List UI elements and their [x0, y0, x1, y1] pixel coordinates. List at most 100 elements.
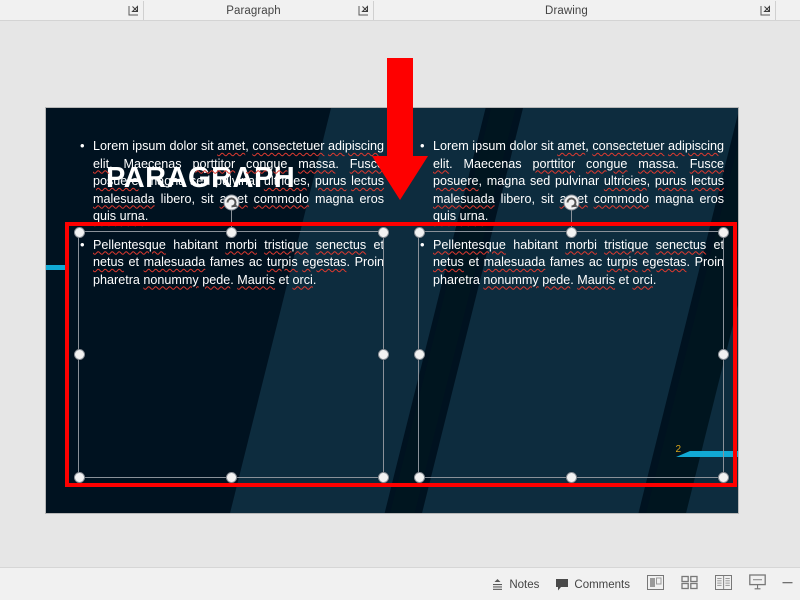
misspelled-word: porttitor	[192, 157, 235, 171]
text-run	[235, 157, 246, 171]
text-run: . Maecenas	[109, 157, 192, 171]
ribbon-group-paragraph: Paragraph	[144, 0, 363, 21]
ruler-band: 6543210123456	[0, 21, 800, 43]
resize-handle-w[interactable]	[414, 349, 425, 360]
misspelled-word: elit	[433, 157, 449, 171]
misspelled-word: amet	[217, 139, 245, 153]
resize-handle-w[interactable]	[74, 349, 85, 360]
resize-handle-e[interactable]	[378, 349, 389, 360]
misspelled-word: Fusce	[350, 157, 384, 171]
misspelled-word: quis	[93, 209, 116, 223]
ribbon-bottom-strip: Paragraph Drawing	[0, 0, 800, 21]
misspelled-word: amet	[557, 139, 585, 153]
text-run: , magna sed pulvinar	[139, 174, 264, 188]
text-run: Lorem ipsum dolor sit	[93, 139, 217, 153]
reading-view-icon	[715, 575, 732, 595]
misspelled-word: malesuada	[93, 192, 155, 206]
misspelled-word: porttitor	[532, 157, 575, 171]
misspelled-word: lectus	[351, 174, 384, 188]
normal-view-icon	[647, 575, 664, 595]
misspelled-word: malesuada	[433, 192, 495, 206]
resize-handle-ne[interactable]	[378, 227, 389, 238]
text-run	[287, 157, 298, 171]
misspelled-word: massa	[638, 157, 675, 171]
text-run: ,	[307, 174, 315, 188]
resize-handle-ne[interactable]	[718, 227, 729, 238]
resize-handle-nw[interactable]	[74, 227, 85, 238]
comments-button[interactable]: Comments	[547, 573, 638, 597]
misspelled-word: Fusce	[690, 157, 724, 171]
misspelled-word: adipiscing	[328, 139, 384, 153]
misspelled-word: commodo	[594, 192, 649, 206]
text-run: , magna sed pulvinar	[479, 174, 604, 188]
misspelled-word: posuere	[433, 174, 479, 188]
misspelled-word: quis	[433, 209, 456, 223]
status-bar-right-group: Notes Comments	[483, 568, 800, 600]
ribbon-group-label-drawing: Drawing	[545, 5, 588, 17]
resize-handle-se[interactable]	[378, 472, 389, 483]
text-run: magna eros	[309, 192, 384, 206]
misspelled-word: ultricies	[604, 174, 647, 188]
slideshow-button[interactable]	[740, 573, 774, 597]
resize-handle-s[interactable]	[226, 472, 237, 483]
slideshow-icon	[749, 574, 766, 595]
resize-handle-n[interactable]	[226, 227, 237, 238]
minus-icon	[781, 576, 794, 594]
misspelled-word: congue	[246, 157, 287, 171]
text-run: Lorem ipsum dolor sit	[433, 139, 557, 153]
slide-sorter-button[interactable]	[672, 573, 706, 597]
text-run: libero, sit	[155, 192, 220, 206]
misspelled-word: purus	[655, 174, 687, 188]
slide-sorter-icon	[681, 575, 698, 595]
slide-canvas-area[interactable]: PARAGRAPH 2 Lorem ipsum dolor sit amet, …	[0, 43, 800, 567]
misspelled-word: massa	[298, 157, 335, 171]
misspelled-word: ultricies	[264, 174, 307, 188]
zoom-out-button[interactable]	[774, 573, 800, 597]
notes-button[interactable]: Notes	[483, 573, 547, 597]
resize-handle-se[interactable]	[718, 472, 729, 483]
text-run: . Maecenas	[449, 157, 532, 171]
reading-view-button[interactable]	[706, 573, 740, 597]
misspelled-word: adipiscing	[668, 139, 724, 153]
drawing-dialog-launcher-left[interactable]	[357, 4, 370, 17]
notes-icon	[491, 578, 504, 591]
resize-handle-nw[interactable]	[414, 227, 425, 238]
normal-view-button[interactable]	[638, 573, 672, 597]
ribbon-group-divider	[775, 1, 776, 20]
misspelled-word: elit	[93, 157, 109, 171]
selection-frame-left-textbox[interactable]	[78, 231, 384, 478]
status-bar: Notes Comments	[0, 567, 800, 600]
text-run: .	[145, 209, 149, 223]
rotate-handle-right[interactable]	[563, 194, 580, 211]
text-run: magna eros	[649, 192, 724, 206]
paragraph-dialog-launcher[interactable]	[127, 4, 140, 17]
comments-label: Comments	[574, 579, 630, 591]
resize-handle-e[interactable]	[718, 349, 729, 360]
selection-frame-right-textbox[interactable]	[418, 231, 724, 478]
text-run: ,	[647, 174, 655, 188]
rotate-handle-left[interactable]	[223, 194, 240, 211]
text-run: .	[675, 157, 689, 171]
misspelled-word: posuere	[93, 174, 139, 188]
misspelled-word: lectus	[691, 174, 724, 188]
text-run: .	[335, 157, 349, 171]
drawing-dialog-launcher[interactable]	[759, 4, 772, 17]
text-run: libero, sit	[495, 192, 560, 206]
misspelled-word: consectetuer	[592, 139, 664, 153]
misspelled-word: commodo	[254, 192, 309, 206]
misspelled-word: urna	[460, 209, 485, 223]
ribbon-group-drawing: Drawing	[374, 0, 759, 21]
text-run	[575, 157, 586, 171]
text-run	[627, 157, 638, 171]
resize-handle-sw[interactable]	[414, 472, 425, 483]
misspelled-word: consectetuer	[252, 139, 324, 153]
notes-label: Notes	[509, 579, 539, 591]
resize-handle-n[interactable]	[566, 227, 577, 238]
misspelled-word: urna	[120, 209, 145, 223]
resize-handle-s[interactable]	[566, 472, 577, 483]
misspelled-word: congue	[586, 157, 627, 171]
ribbon-group-label-paragraph: Paragraph	[226, 5, 281, 17]
resize-handle-sw[interactable]	[74, 472, 85, 483]
comment-bubble-icon	[555, 578, 569, 591]
accent-bar-left	[46, 265, 68, 270]
